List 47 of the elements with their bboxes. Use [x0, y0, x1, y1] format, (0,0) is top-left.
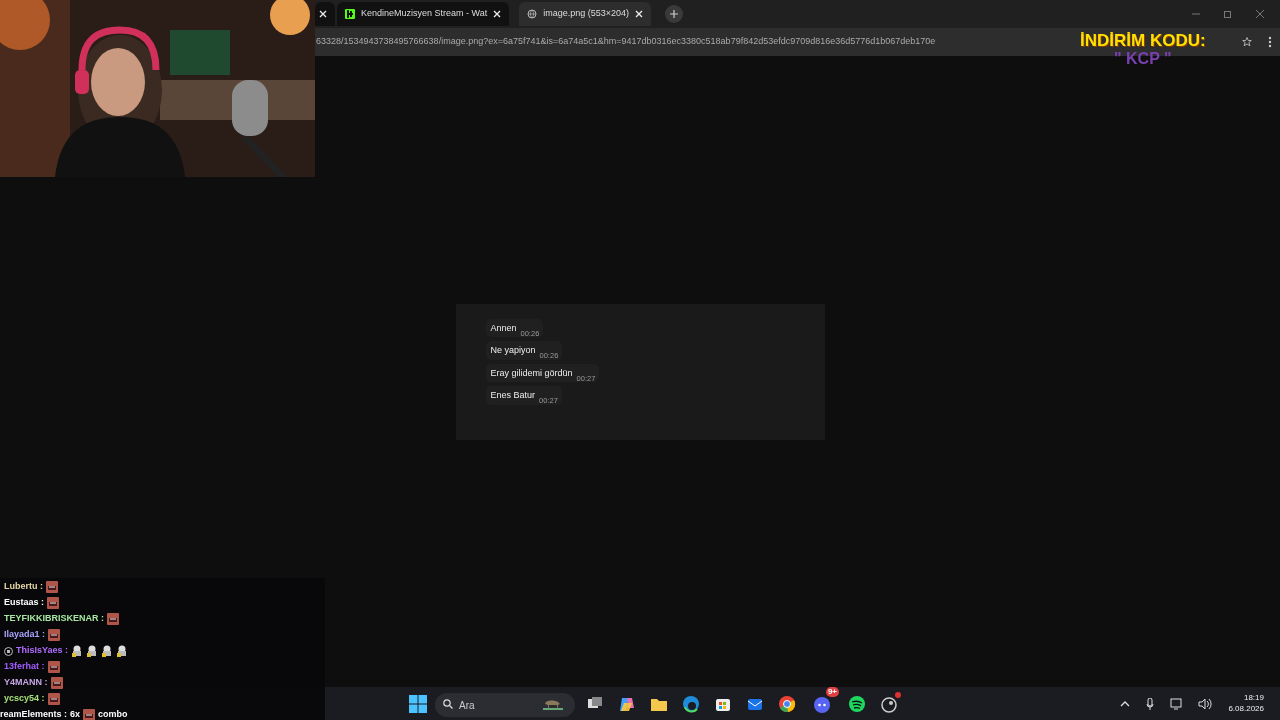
chat-username: Lubertu : — [4, 580, 43, 594]
clock-date[interactable]: 6.08.2026 — [1228, 703, 1264, 714]
message-text: Enes Batur — [490, 389, 536, 402]
discord-taskbar-button[interactable]: 9+ — [807, 688, 837, 719]
tab-title: image.png (553×204) — [543, 7, 630, 21]
browser-tab[interactable] — [315, 2, 335, 26]
message-text: Annen — [490, 321, 517, 335]
chat-username: Ilayada1 : — [4, 628, 46, 642]
clock-time[interactable]: 18:19 — [1243, 693, 1264, 704]
address-url[interactable]: 63328/1534943738495766638/image.png?ex=6a75f741&is=6a74a5c1&hm=9417db0316ec3380c518ab79f842d53efdc9709d816e36d5776d1b067deb170e — [316, 35, 936, 49]
chat-username: TEYFIKKIBRISKENAR : — [4, 612, 104, 626]
notification-dot — [895, 691, 901, 698]
promo-code: " KCP " — [1113, 51, 1173, 67]
message-text: Ne yapiyon — [490, 344, 536, 357]
microphone-icon[interactable] — [1146, 697, 1155, 710]
tab-title: KendineMuzisyen Stream - Wat — [361, 7, 488, 21]
combo-count: 6x — [70, 708, 81, 720]
combo-label: combo — [98, 708, 128, 720]
notification-badge: 9+ — [825, 686, 839, 697]
chevron-up-icon[interactable] — [1120, 700, 1131, 707]
browser-tab[interactable]: KendineMuzisyen Stream - Wat — [337, 2, 510, 26]
chat-username: Y4MANN : — [4, 676, 48, 690]
network-icon[interactable] — [1170, 697, 1183, 710]
chat-username: Eustaas : — [4, 596, 45, 610]
search-field[interactable]: Ara — [435, 693, 575, 717]
message-text: Eray gilidemi gördün — [490, 366, 573, 380]
chat-username: ycscy54 : — [4, 692, 45, 706]
chat-username: 13ferhat : — [4, 660, 45, 674]
globe-icon — [527, 9, 538, 19]
menu-icon[interactable] — [1268, 36, 1272, 48]
steam-icon — [880, 694, 898, 713]
edge-icon — [682, 694, 700, 713]
search-icon — [443, 698, 453, 709]
chat-username: ThisIsYaes : — [16, 644, 69, 658]
emote-icon — [83, 709, 96, 720]
discord-icon — [813, 694, 831, 713]
restore-icon[interactable] — [1224, 10, 1232, 18]
spotify-icon — [848, 694, 866, 713]
browser-tab[interactable]: image.png (553×204) — [519, 2, 652, 26]
chat-username: reamElements : — [0, 708, 68, 720]
speaker-icon[interactable] — [1198, 697, 1213, 710]
windows-icon[interactable] — [409, 694, 427, 713]
star-icon[interactable] — [1242, 37, 1252, 47]
promo-title: İNDİRİM KODU: — [1080, 32, 1206, 49]
new-tab-icon[interactable] — [665, 5, 684, 23]
kick-icon — [345, 9, 355, 19]
chrome-icon — [778, 694, 796, 713]
